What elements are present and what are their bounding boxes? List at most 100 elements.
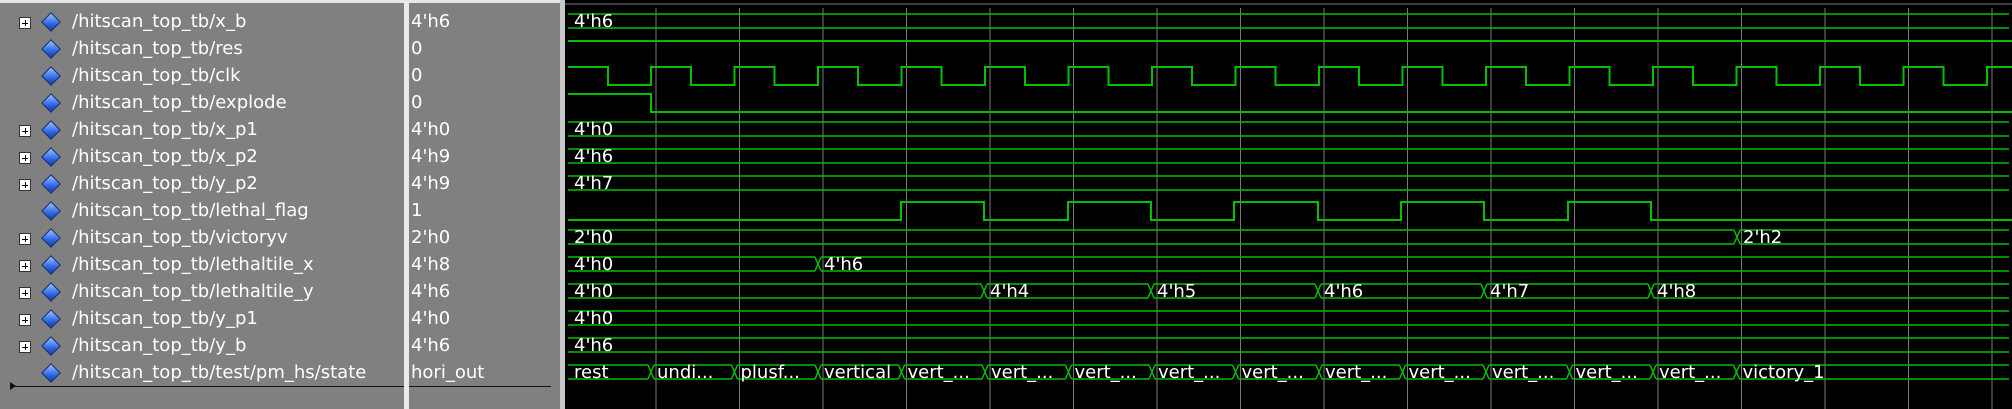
bus-transition: [1314, 283, 1322, 299]
bus-segment: [821, 256, 2009, 272]
signal-value: 0: [411, 92, 423, 113]
signal-icon: [41, 228, 61, 248]
bus-value-label: 4'h6: [1324, 281, 1363, 302]
expand-icon[interactable]: [19, 314, 31, 326]
signal-row[interactable]: /hitscan_top_tb/victoryv: [0, 225, 404, 252]
expand-icon[interactable]: [19, 17, 31, 29]
explode-wave: [568, 93, 2012, 113]
signal-value: 0: [411, 38, 423, 59]
expand-icon[interactable]: [19, 152, 31, 164]
bus-value-label: vert_...: [908, 362, 970, 383]
value-row[interactable]: 4'h6: [409, 333, 560, 360]
bus-value-label: vert_...: [1659, 362, 1721, 383]
cursor-marker-icon[interactable]: [10, 382, 16, 390]
value-row[interactable]: 4'h9: [409, 144, 560, 171]
signal-row[interactable]: /hitscan_top_tb/x_p1: [0, 117, 404, 144]
bus-transition: [1482, 364, 1490, 380]
expand-icon[interactable]: [19, 125, 31, 137]
signal-value: 2'h0: [411, 227, 451, 248]
signal-icon: [41, 336, 61, 356]
value-row[interactable]: 4'h0: [409, 306, 560, 333]
signal-value: 4'h0: [411, 308, 451, 329]
signal-icon: [41, 147, 61, 167]
value-row[interactable]: 4'h9: [409, 171, 560, 198]
bus-segment: [568, 229, 1734, 245]
signal-value: 4'h6: [411, 335, 451, 356]
signal-name: /hitscan_top_tb/lethal_flag: [72, 200, 309, 221]
signal-icon: [41, 201, 61, 221]
signal-value: 1: [411, 200, 423, 221]
bus-segment: [568, 13, 2009, 29]
signal-row[interactable]: /hitscan_top_tb/y_p1: [0, 306, 404, 333]
value-row[interactable]: 0: [409, 36, 560, 63]
cursor-line: [10, 386, 404, 387]
signal-row[interactable]: /hitscan_top_tb/lethal_flag: [0, 198, 404, 225]
bus-value-label: 4'h0: [574, 254, 613, 275]
signal-value-pane: 4'h6 0 0 0 4'h0 4'h9 4'h9 1 2'h0 4'h8 4'h6 4'h0 4'h6…: [409, 0, 560, 409]
wave-window: /hitscan_top_tb/x_b/hitscan_top_tb/res/h…: [0, 0, 2012, 409]
signal-name-pane: /hitscan_top_tb/x_b/hitscan_top_tb/res/h…: [0, 0, 404, 409]
bus-transition: [980, 283, 988, 299]
bus-segment: [1654, 283, 2009, 299]
signal-name: /hitscan_top_tb/y_p1: [72, 308, 258, 329]
value-row[interactable]: 4'h6: [409, 9, 560, 36]
signal-row[interactable]: /hitscan_top_tb/y_p2: [0, 171, 404, 198]
signal-name: /hitscan_top_tb/lethaltile_y: [72, 281, 314, 302]
bus-value-label: 4'h6: [574, 11, 613, 32]
expand-icon[interactable]: [19, 233, 31, 245]
signal-row[interactable]: /hitscan_top_tb/lethaltile_x: [0, 252, 404, 279]
bus-transition: [981, 364, 989, 380]
waveform-canvas[interactable]: 4'h6 4'h0 4'h6 4'h7 2'h0 2'h2 4'h0 4'h6 4'h0 4'h4…: [565, 0, 2012, 409]
value-row[interactable]: 0: [409, 90, 560, 117]
bus-transition: [1732, 364, 1741, 380]
value-row[interactable]: 0: [409, 63, 560, 90]
signal-icon: [41, 12, 61, 32]
waveform-pane[interactable]: 4'h6 4'h0 4'h6 4'h7 2'h0 2'h2 4'h0 4'h6 4'h0 4'h4…: [565, 0, 2012, 409]
value-row[interactable]: 4'h0: [409, 117, 560, 144]
signal-row[interactable]: /hitscan_top_tb/lethaltile_y: [0, 279, 404, 306]
bus-transition: [814, 364, 822, 380]
signal-value: 4'h9: [411, 146, 451, 167]
cursor-line: [409, 386, 551, 387]
bus-value-label: 4'h4: [990, 281, 1029, 302]
bus-value-label: rest: [574, 362, 609, 383]
bus-value-label: 4'h7: [574, 173, 613, 194]
signal-row[interactable]: /hitscan_top_tb/clk: [0, 63, 404, 90]
signal-row[interactable]: /hitscan_top_tb/res: [0, 36, 404, 63]
signal-icon: [41, 282, 61, 302]
bus-value-label: 4'h0: [574, 119, 613, 140]
signal-name: /hitscan_top_tb/x_p1: [72, 119, 258, 140]
signal-row[interactable]: /hitscan_top_tb/explode: [0, 90, 404, 117]
signal-name: /hitscan_top_tb/explode: [72, 92, 287, 113]
signal-row[interactable]: /hitscan_top_tb/y_b: [0, 333, 404, 360]
bus-value-label: plusf...: [741, 362, 800, 383]
bus-value-label: 4'h5: [1157, 281, 1196, 302]
bus-value-label: vert_...: [1075, 362, 1137, 383]
value-row[interactable]: 4'h6: [409, 279, 560, 306]
expand-icon[interactable]: [19, 179, 31, 191]
value-row[interactable]: 4'h8: [409, 252, 560, 279]
bus-value-label: vertical: [824, 362, 891, 383]
signal-row[interactable]: /hitscan_top_tb/test/pm_hs/state: [0, 360, 404, 387]
bus-value-label: 4'h0: [574, 308, 613, 329]
signal-value: 4'h0: [411, 119, 451, 140]
bus-value-label: 4'h8: [1657, 281, 1696, 302]
bus-transition: [897, 364, 906, 380]
bus-transition: [814, 256, 822, 272]
value-row[interactable]: 1: [409, 198, 560, 225]
expand-icon[interactable]: [19, 287, 31, 299]
bus-value-label: vert_...: [1325, 362, 1387, 383]
value-row[interactable]: 2'h0: [409, 225, 560, 252]
signal-value: hori_out: [411, 362, 485, 383]
signal-row[interactable]: /hitscan_top_tb/x_b: [0, 9, 404, 36]
bus-transition: [730, 364, 739, 380]
signal-name: /hitscan_top_tb/x_b: [72, 11, 247, 32]
bus-value-label: 4'h6: [824, 254, 863, 275]
expand-icon[interactable]: [19, 260, 31, 272]
bus-transition: [647, 364, 655, 380]
signal-icon: [41, 39, 61, 59]
value-row[interactable]: hori_out: [409, 360, 560, 387]
signal-name: /hitscan_top_tb/x_p2: [72, 146, 258, 167]
expand-icon[interactable]: [19, 341, 31, 353]
signal-row[interactable]: /hitscan_top_tb/x_p2: [0, 144, 404, 171]
